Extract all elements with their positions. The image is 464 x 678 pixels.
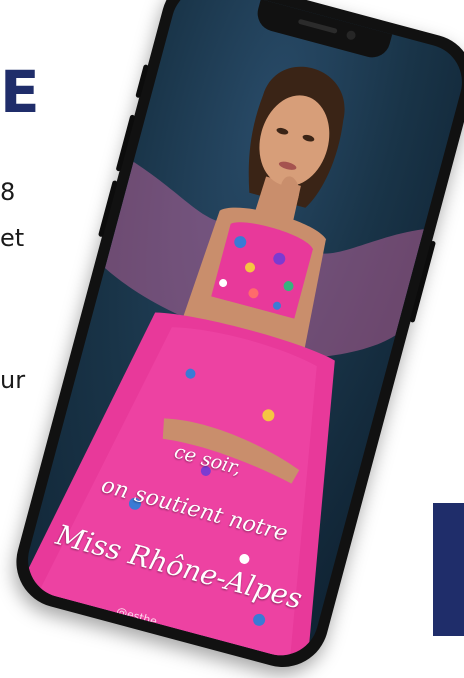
camera-icon xyxy=(345,29,357,41)
page-title-fragment: E xyxy=(0,58,40,126)
accent-block xyxy=(433,503,464,636)
body-text-fragment: et xyxy=(0,224,25,252)
phone-mockup: ce soir, on soutient notre Miss Rhône-Al… xyxy=(6,0,464,678)
speaker-icon xyxy=(297,18,338,34)
body-text-fragment: ur xyxy=(0,366,26,394)
body-text-fragment: 8 xyxy=(0,178,16,206)
